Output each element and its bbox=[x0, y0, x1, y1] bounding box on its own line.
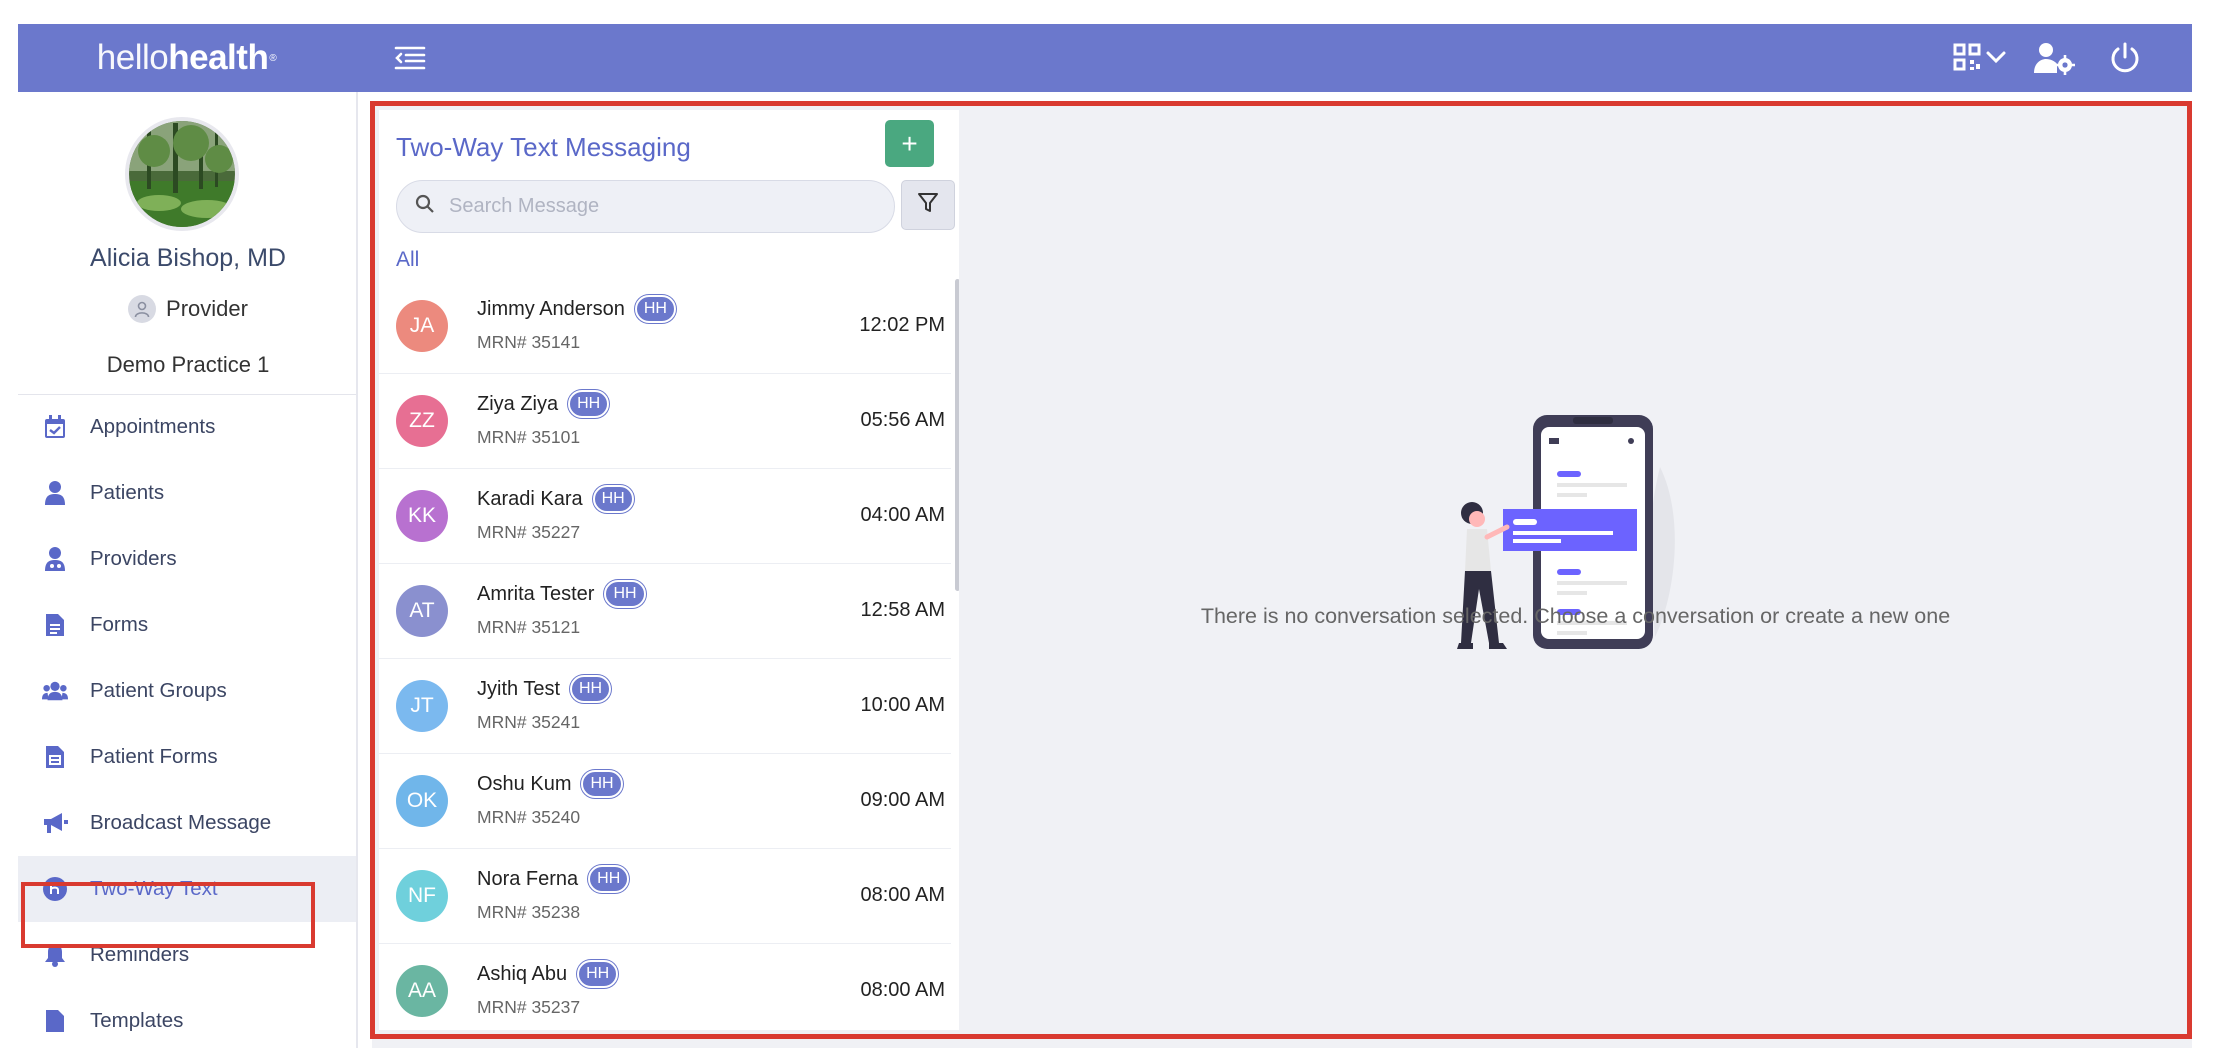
users-icon bbox=[42, 678, 68, 704]
contact-mrn: MRN# 35141 bbox=[477, 332, 581, 352]
conversation-item[interactable]: JA Jimmy Anderson HH MRN# 35141 12:02 PM bbox=[379, 279, 951, 374]
main-content: Two-Way Text Messaging + All JA Jimmy An… bbox=[372, 102, 2192, 1048]
hh-badge: HH bbox=[570, 675, 612, 703]
sidebar-item-forms[interactable]: Forms bbox=[18, 592, 356, 658]
contact-name: Karadi Kara bbox=[477, 487, 583, 510]
filter-icon bbox=[917, 192, 939, 219]
conversation-item[interactable]: JT Jyith Test HH MRN# 35241 10:00 AM bbox=[379, 659, 951, 754]
profile-role: Provider bbox=[18, 295, 356, 323]
sidebar-item-patient-groups[interactable]: Patient Groups bbox=[18, 658, 356, 724]
contact-name: Jimmy Anderson bbox=[477, 297, 625, 320]
message-time: 12:02 PM bbox=[859, 314, 945, 336]
top-bar: hello health ® bbox=[18, 24, 2192, 92]
empty-state-message: There is no conversation selected. Choos… bbox=[1200, 604, 1951, 628]
new-conversation-button[interactable]: + bbox=[885, 120, 934, 167]
conversation-list: JA Jimmy Anderson HH MRN# 35141 12:02 PM … bbox=[379, 279, 951, 1030]
sidebar-item-broadcast-message[interactable]: Broadcast Message bbox=[18, 790, 356, 856]
contact-mrn: MRN# 35238 bbox=[477, 902, 581, 922]
logo: hello health ® bbox=[96, 38, 277, 77]
megaphone-icon bbox=[42, 810, 68, 836]
message-time: 04:00 AM bbox=[860, 504, 945, 526]
contact-name: Ziya Ziya bbox=[477, 392, 559, 415]
menu-toggle-icon[interactable] bbox=[393, 42, 427, 74]
message-time: 10:00 AM bbox=[860, 694, 945, 716]
hh-badge: HH bbox=[568, 390, 610, 418]
sidebar: Alicia Bishop, MD Provider Demo Practice… bbox=[18, 92, 358, 1048]
avatar: AA bbox=[396, 965, 448, 1017]
message-time: 08:00 AM bbox=[860, 979, 945, 1001]
contact-mrn: MRN# 35121 bbox=[477, 617, 581, 637]
avatar: NF bbox=[396, 870, 448, 922]
contact-name: Amrita Tester bbox=[477, 582, 595, 605]
contact-mrn: MRN# 35227 bbox=[477, 522, 581, 542]
hh-badge: HH bbox=[577, 960, 619, 988]
app: hello health ® Alicia Bishop, MD Provide… bbox=[18, 24, 2192, 1048]
profile-practice: Demo Practice 1 bbox=[106, 352, 270, 377]
document-icon bbox=[42, 612, 68, 638]
conversation-item[interactable]: KK Karadi Kara HH MRN# 35227 04:00 AM bbox=[379, 469, 951, 564]
search-box bbox=[396, 180, 895, 233]
conversation-list-panel: Two-Way Text Messaging + All JA Jimmy An… bbox=[379, 110, 959, 1030]
avatar: JT bbox=[396, 680, 448, 732]
page-title: Two-Way Text Messaging bbox=[396, 132, 691, 162]
calendar-check-icon bbox=[42, 414, 68, 440]
user-circle-icon bbox=[128, 295, 157, 323]
contact-name: Jyith Test bbox=[477, 677, 560, 700]
hh-badge: HH bbox=[581, 770, 623, 798]
contact-mrn: MRN# 35101 bbox=[477, 427, 581, 447]
avatar: AT bbox=[396, 585, 448, 637]
contact-mrn: MRN# 35240 bbox=[477, 807, 581, 827]
profile-name: Alicia Bishop, MD bbox=[90, 244, 286, 272]
search-input[interactable] bbox=[449, 195, 869, 218]
contact-name: Ashiq Abu bbox=[477, 962, 568, 985]
tab-all[interactable]: All bbox=[396, 248, 419, 272]
sidebar-item-providers[interactable]: Providers bbox=[18, 526, 356, 592]
user-settings-icon[interactable] bbox=[2033, 40, 2075, 76]
empty-state: There is no conversation selected. Choos… bbox=[959, 102, 2192, 1048]
conversation-item[interactable]: AA Ashiq Abu HH MRN# 35237 08:00 AM bbox=[379, 944, 951, 1030]
message-time: 09:00 AM bbox=[860, 789, 945, 811]
conversation-item[interactable]: AT Amrita Tester HH MRN# 35121 12:58 AM bbox=[379, 564, 951, 659]
contact-mrn: MRN# 35241 bbox=[477, 712, 581, 732]
sidebar-item-patients[interactable]: Patients bbox=[18, 460, 356, 526]
sidebar-item-appointments[interactable]: Appointments bbox=[18, 394, 356, 460]
hh-badge: HH bbox=[592, 485, 634, 513]
avatar: OK bbox=[396, 775, 448, 827]
sidebar-nav: Appointments Patients Providers Forms Pa… bbox=[18, 394, 356, 1048]
message-time: 05:56 AM bbox=[860, 409, 945, 431]
hh-badge: HH bbox=[604, 580, 646, 608]
user-icon bbox=[42, 480, 68, 506]
sidebar-item-templates[interactable]: Templates bbox=[18, 988, 356, 1048]
file-icon bbox=[42, 1008, 68, 1034]
doctor-icon bbox=[42, 546, 68, 572]
message-time: 12:58 AM bbox=[860, 599, 945, 621]
conversation-item[interactable]: ZZ Ziya Ziya HH MRN# 35101 05:56 AM bbox=[379, 374, 951, 469]
message-time: 08:00 AM bbox=[860, 884, 945, 906]
avatar: ZZ bbox=[396, 395, 448, 447]
contact-mrn: MRN# 35237 bbox=[477, 997, 581, 1017]
avatar: JA bbox=[396, 300, 448, 352]
search-icon bbox=[415, 194, 435, 219]
active-nav-highlight bbox=[21, 882, 315, 948]
profile-avatar[interactable] bbox=[125, 117, 239, 231]
sidebar-item-patient-forms[interactable]: Patient Forms bbox=[18, 724, 356, 790]
hh-badge: HH bbox=[588, 865, 630, 893]
hh-badge: HH bbox=[634, 295, 676, 323]
contact-name: Oshu Kum bbox=[477, 772, 572, 795]
avatar: KK bbox=[396, 490, 448, 542]
conversation-item[interactable]: NF Nora Ferna HH MRN# 35238 08:00 AM bbox=[379, 849, 951, 944]
conversation-item[interactable]: OK Oshu Kum HH MRN# 35240 09:00 AM bbox=[379, 754, 951, 849]
contact-name: Nora Ferna bbox=[477, 867, 579, 890]
qr-code-icon[interactable] bbox=[1952, 40, 2012, 76]
filter-button[interactable] bbox=[901, 180, 955, 230]
power-icon[interactable] bbox=[2108, 40, 2144, 76]
clipboard-icon bbox=[42, 744, 68, 770]
